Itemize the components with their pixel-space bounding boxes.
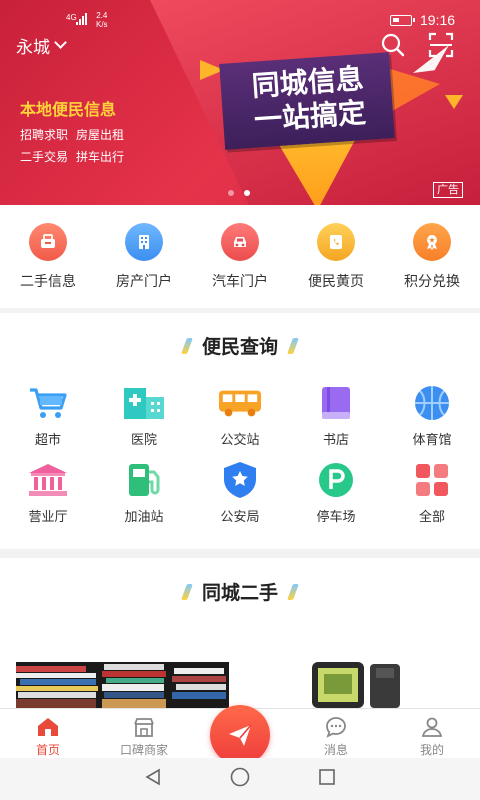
service-all[interactable]: 全部 — [384, 462, 480, 539]
service-label: 全部 — [418, 509, 445, 524]
network-speed: 2.4 K/s — [96, 11, 108, 29]
service-supermarket[interactable]: 超市 — [0, 385, 96, 462]
search-icon[interactable] — [380, 32, 406, 58]
tab-messages[interactable]: 消息 — [288, 709, 384, 758]
services-title-text: 便民查询 — [201, 337, 278, 358]
quick-entry-label: 房产门户 — [116, 273, 172, 289]
cart-icon — [26, 385, 70, 421]
quick-entry-yellowpages[interactable]: 便民黄页 — [288, 205, 384, 308]
title-decoration — [181, 338, 193, 354]
network-speed-value: 2.4 — [96, 11, 108, 20]
banner-local-title: 本地便民信息 — [20, 102, 117, 119]
service-label: 公交站 — [220, 432, 260, 447]
carousel-dot-active — [244, 190, 250, 196]
gas-pump-icon — [122, 462, 166, 498]
service-label: 营业厅 — [28, 509, 68, 524]
tab-home[interactable]: 首页 — [0, 709, 96, 758]
tab-label: 首页 — [35, 743, 60, 757]
secondhand-item-books-image[interactable] — [16, 662, 229, 708]
service-label: 公安局 — [220, 509, 260, 524]
back-icon[interactable] — [143, 767, 163, 792]
carousel-dots — [228, 190, 250, 196]
secondhand-title-text: 同城二手 — [201, 583, 278, 604]
service-bus-stop[interactable]: 公交站 — [192, 385, 288, 462]
services-grid: 超市 医院 公交站 书店 体育馆 营业厅 加油站 公安局 停车场 全部 — [0, 385, 480, 539]
carousel-dot — [228, 190, 234, 196]
tab-label: 消息 — [323, 743, 348, 757]
user-icon — [421, 717, 443, 737]
service-hospital[interactable]: 医院 — [96, 385, 192, 462]
bus-icon — [218, 385, 262, 421]
signal-icon — [76, 13, 87, 25]
status-bar: 4G 2.4 K/s 19:16 — [0, 8, 480, 32]
service-label: 停车场 — [316, 509, 356, 524]
service-business-hall[interactable]: 营业厅 — [0, 462, 96, 539]
basket-icon — [29, 223, 67, 261]
service-parking[interactable]: 停车场 — [288, 462, 384, 539]
city-name: 永城 — [16, 38, 50, 57]
banner-headline: 同城信息 一站搞定 — [219, 52, 395, 150]
quick-entries: 二手信息 房产门户 汽车门户 便民黄页 积分兑换 — [0, 205, 480, 308]
basketball-icon — [410, 385, 454, 421]
home-icon — [38, 718, 58, 736]
city-selector[interactable]: 永城 — [16, 33, 67, 58]
quick-entry-realestate[interactable]: 房产门户 — [96, 205, 192, 308]
quick-entry-label: 二手信息 — [20, 273, 76, 289]
secondhand-title: 同城二手 — [0, 578, 480, 605]
book-icon — [314, 385, 358, 421]
service-label: 加油站 — [124, 509, 164, 524]
service-stadium[interactable]: 体育馆 — [384, 385, 480, 462]
tab-profile[interactable]: 我的 — [384, 709, 480, 758]
banner-tag: 房屋出租 — [76, 128, 125, 142]
banner-tags: 招聘求职 房屋出租 二手交易 拼车出行 — [20, 124, 140, 168]
tab-merchants[interactable]: 口碑商家 — [96, 709, 192, 758]
quick-entry-label: 积分兑换 — [404, 273, 460, 289]
scan-icon[interactable] — [428, 32, 454, 58]
police-shield-icon — [218, 462, 262, 498]
battery-icon — [390, 15, 415, 26]
service-police[interactable]: 公安局 — [192, 462, 288, 539]
service-label: 体育馆 — [412, 432, 452, 447]
quick-entry-secondhand[interactable]: 二手信息 — [0, 205, 96, 308]
building-icon — [125, 223, 163, 261]
phone-book-icon — [317, 223, 355, 261]
banner-tag: 二手交易 — [20, 150, 69, 164]
home-nav-icon[interactable] — [229, 766, 251, 793]
car-icon — [221, 223, 259, 261]
service-label: 医院 — [130, 432, 157, 447]
publish-button[interactable] — [210, 705, 270, 765]
tab-label: 口碑商家 — [119, 743, 168, 757]
parking-icon — [314, 462, 358, 498]
banner-tag: 拼车出行 — [76, 150, 125, 164]
service-label: 超市 — [34, 432, 61, 447]
banner-tag: 招聘求职 — [20, 128, 69, 142]
quick-entry-car[interactable]: 汽车门户 — [192, 205, 288, 308]
grid-icon — [410, 462, 454, 498]
title-decoration — [287, 338, 299, 354]
shop-icon — [134, 718, 154, 737]
bank-icon — [26, 462, 70, 498]
chevron-down-icon — [54, 36, 67, 49]
tab-label: 我的 — [419, 743, 444, 757]
services-title: 便民查询 — [0, 332, 480, 359]
medal-icon — [413, 223, 451, 261]
title-decoration — [181, 584, 193, 600]
network-speed-unit: K/s — [96, 20, 108, 29]
system-nav-bar — [0, 758, 480, 800]
secondhand-item-phone-image[interactable] — [312, 662, 404, 708]
recents-icon[interactable] — [317, 767, 337, 792]
service-label: 书店 — [322, 432, 349, 447]
quick-entry-label: 便民黄页 — [308, 273, 364, 289]
quick-entry-label: 汽车门户 — [212, 273, 268, 289]
service-gas-station[interactable]: 加油站 — [96, 462, 192, 539]
ad-badge: 广告 — [433, 182, 463, 198]
send-icon — [229, 724, 252, 746]
title-decoration — [287, 584, 299, 600]
clock: 19:16 — [420, 12, 456, 28]
hospital-icon — [122, 385, 166, 421]
quick-entry-points[interactable]: 积分兑换 — [384, 205, 480, 308]
message-icon — [326, 717, 346, 738]
service-bookstore[interactable]: 书店 — [288, 385, 384, 462]
